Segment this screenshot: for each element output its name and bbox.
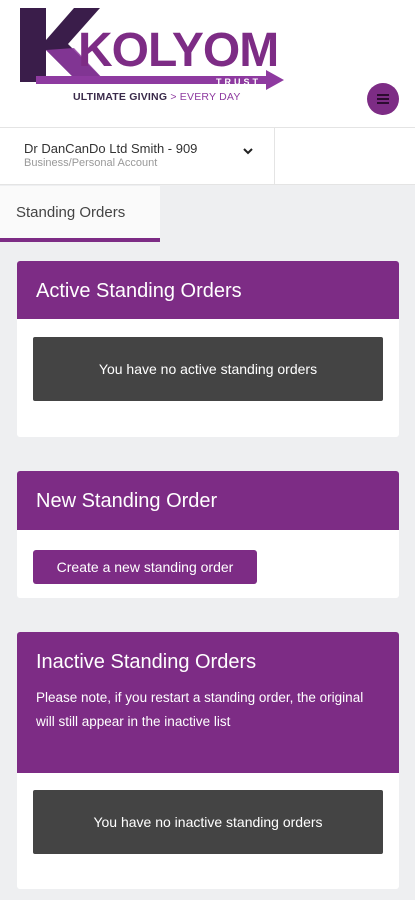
tagline-primary: ULTIMATE GIVING bbox=[73, 91, 168, 103]
new-order-card: New Standing Order Create a new standing… bbox=[17, 471, 399, 598]
logo-subtext: TRUST bbox=[216, 77, 261, 87]
chevron-down-icon bbox=[243, 148, 253, 155]
tab-bar: Standing Orders bbox=[0, 186, 415, 242]
create-standing-order-button[interactable]: Create a new standing order bbox=[33, 550, 257, 584]
app-header: KOLYOM TRUST ULTIMATE GIVING > EVERY DAY bbox=[0, 0, 415, 127]
active-orders-title: Active Standing Orders bbox=[36, 280, 242, 302]
inactive-orders-header: Inactive Standing Orders Please note, if… bbox=[17, 632, 399, 773]
tab-standing-orders[interactable]: Standing Orders bbox=[0, 186, 160, 242]
account-type: Business/Personal Account bbox=[24, 157, 158, 169]
hamburger-icon bbox=[377, 94, 389, 104]
active-orders-card: Active Standing Orders You have no activ… bbox=[17, 261, 399, 437]
inactive-orders-title: Inactive Standing Orders bbox=[36, 651, 257, 673]
inactive-orders-note: Please note, if you restart a standing o… bbox=[36, 690, 364, 729]
active-orders-header: Active Standing Orders bbox=[17, 261, 399, 319]
active-orders-empty-message: You have no active standing orders bbox=[33, 337, 383, 401]
account-name: Dr DanCanDo Ltd Smith - 909 bbox=[24, 141, 198, 156]
tagline-secondary: EVERY DAY bbox=[179, 91, 241, 103]
inactive-orders-card: Inactive Standing Orders Please note, if… bbox=[17, 632, 399, 889]
tagline: ULTIMATE GIVING > EVERY DAY bbox=[73, 91, 241, 103]
account-selector[interactable]: Dr DanCanDo Ltd Smith - 909 Business/Per… bbox=[0, 128, 275, 184]
account-bar: Dr DanCanDo Ltd Smith - 909 Business/Per… bbox=[0, 127, 415, 185]
tagline-separator: > bbox=[167, 91, 180, 103]
new-order-title: New Standing Order bbox=[36, 490, 218, 512]
logo-text: KOLYOM bbox=[78, 24, 278, 77]
new-order-header: New Standing Order bbox=[17, 471, 399, 530]
menu-button[interactable] bbox=[367, 83, 399, 115]
inactive-orders-empty-message: You have no inactive standing orders bbox=[33, 790, 383, 854]
tab-label: Standing Orders bbox=[16, 204, 126, 221]
